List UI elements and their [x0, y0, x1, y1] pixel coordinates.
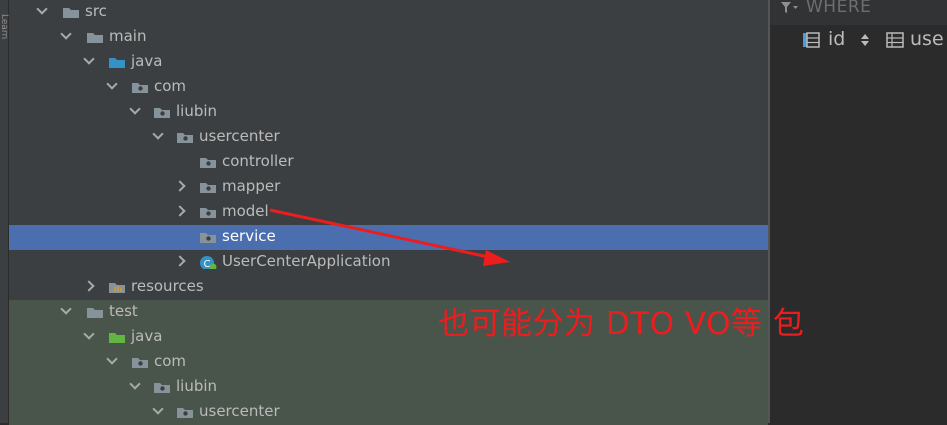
annotation-arrow [269, 208, 510, 266]
